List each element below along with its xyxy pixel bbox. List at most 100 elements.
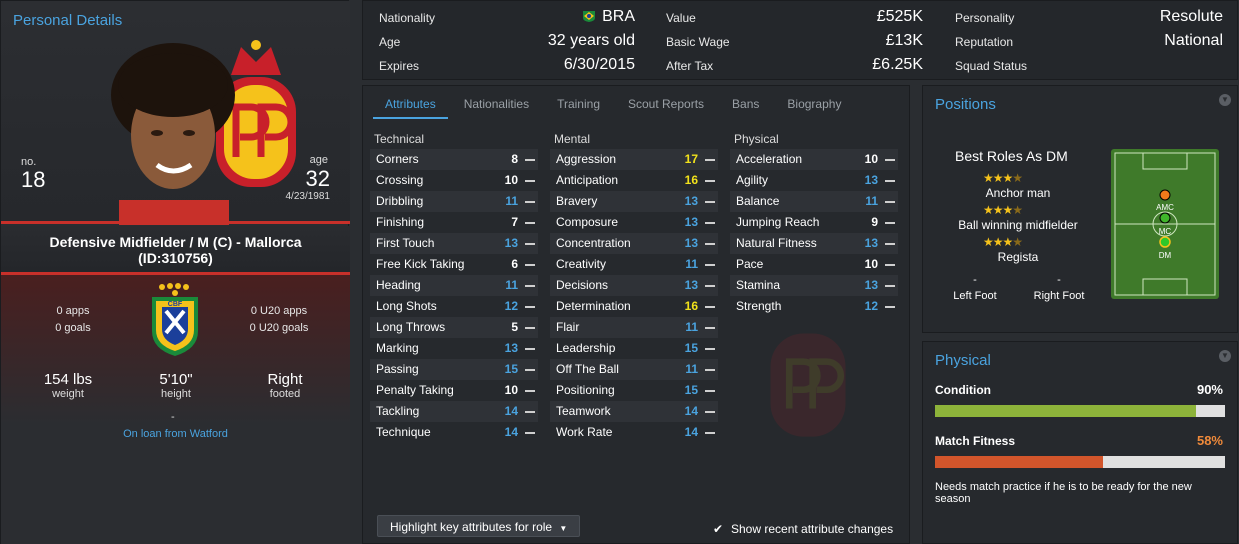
attribute-value: 10 — [864, 257, 878, 271]
weight-label: weight — [52, 388, 84, 400]
age-value: 32 — [305, 166, 330, 191]
attribute-trend-icon — [705, 327, 715, 329]
attribute-row[interactable]: Long Shots 12 — [370, 296, 538, 317]
condition-bar — [935, 405, 1225, 417]
recent-changes-checkbox[interactable]: ✔ Show recent attribute changes — [713, 522, 893, 536]
attribute-row[interactable]: Composure 13 — [550, 212, 718, 233]
attribute-row[interactable]: Leadership 15 — [550, 338, 718, 359]
attribute-value: 14 — [684, 425, 698, 439]
contract-info-bar: Nationality BRA Age 32 years old Expires… — [362, 0, 1238, 80]
attribute-name: Aggression — [556, 152, 617, 166]
attribute-row[interactable]: Strength 12 — [730, 296, 898, 317]
tab-attributes[interactable]: Attributes — [373, 94, 448, 119]
attribute-row[interactable]: Agility 13 — [730, 170, 898, 191]
star-rating-icon: ★★★★ — [983, 235, 1023, 249]
attribute-row[interactable]: Finishing 7 — [370, 212, 538, 233]
attribute-value: 11 — [685, 362, 698, 376]
attribute-row[interactable]: Free Kick Taking 6 — [370, 254, 538, 275]
attribute-row[interactable]: Acceleration 10 — [730, 149, 898, 170]
attribute-value: 11 — [685, 320, 698, 334]
attribute-row[interactable]: Crossing 10 — [370, 170, 538, 191]
age-years: 32 years old — [547, 32, 635, 49]
attribute-name: Acceleration — [736, 152, 803, 166]
tab-scout-reports[interactable]: Scout Reports — [616, 94, 716, 119]
attribute-trend-icon — [885, 159, 895, 161]
attribute-name: Leadership — [556, 341, 616, 355]
tab-biography[interactable]: Biography — [775, 94, 853, 119]
reputation-value: National — [1164, 32, 1223, 49]
attribute-row[interactable]: Aggression 17 — [550, 149, 718, 170]
attribute-row[interactable]: Dribbling 11 — [370, 191, 538, 212]
attribute-row[interactable]: Bravery 13 — [550, 191, 718, 212]
attribute-row[interactable]: Natural Fitness 13 — [730, 233, 898, 254]
attribute-row[interactable]: Corners 8 — [370, 149, 538, 170]
attribute-name: Free Kick Taking — [376, 257, 465, 271]
attribute-row[interactable]: Marking 13 — [370, 338, 538, 359]
attribute-row[interactable]: Work Rate 14 — [550, 422, 718, 443]
attribute-row[interactable]: Jumping Reach 9 — [730, 212, 898, 233]
attribute-trend-icon — [705, 264, 715, 266]
attribute-trend-icon — [525, 243, 535, 245]
attribute-row[interactable]: Determination 16 — [550, 296, 718, 317]
attribute-value: 13 — [684, 215, 698, 229]
attribute-row[interactable]: Tackling 14 — [370, 401, 538, 422]
attribute-row[interactable]: Balance 11 — [730, 191, 898, 212]
attribute-trend-icon — [705, 159, 715, 161]
aftertax-label: After Tax — [666, 59, 714, 73]
collapse-icon[interactable]: ▼ — [1219, 94, 1231, 106]
attribute-name: Stamina — [736, 278, 781, 292]
attribute-row[interactable]: Stamina 13 — [730, 275, 898, 296]
u20-goals: 0 U20 goals — [249, 322, 309, 334]
attribute-row[interactable]: Penalty Taking 10 — [370, 380, 538, 401]
player-id: (ID:310756) — [138, 250, 213, 266]
attribute-name: Decisions — [556, 278, 609, 292]
attribute-row[interactable]: Technique 14 — [370, 422, 538, 443]
attribute-row[interactable]: Positioning 15 — [550, 380, 718, 401]
squad-number: 18 — [21, 167, 46, 192]
tab-training[interactable]: Training — [545, 94, 612, 119]
collapse-icon[interactable]: ▼ — [1219, 350, 1231, 362]
attribute-row[interactable]: Creativity 11 — [550, 254, 718, 275]
attribute-row[interactable]: Concentration 13 — [550, 233, 718, 254]
attribute-value: 11 — [505, 194, 518, 208]
loan-link[interactable]: On loan from Watford — [1, 428, 350, 440]
attribute-value: 10 — [504, 173, 518, 187]
tab-nationalities[interactable]: Nationalities — [452, 94, 541, 119]
attribute-name: Flair — [556, 320, 580, 334]
attribute-row[interactable]: Teamwork 14 — [550, 401, 718, 422]
attribute-row[interactable]: Passing 15 — [370, 359, 538, 380]
tab-bans[interactable]: Bans — [720, 94, 771, 119]
nationality-value: BRA — [513, 8, 635, 26]
attribute-value: 13 — [864, 236, 878, 250]
pitch-label-dm: DM — [1159, 251, 1172, 260]
attribute-trend-icon — [705, 285, 715, 287]
dropdown-arrow-icon: ▼ — [559, 524, 568, 533]
highlight-button-label: Highlight key attributes for role — [390, 520, 553, 534]
attribute-row[interactable]: Flair 11 — [550, 317, 718, 338]
attribute-trend-icon — [705, 222, 715, 224]
height-label: height — [161, 388, 191, 400]
pitch-marker-amc — [1159, 189, 1171, 201]
attribute-value: 7 — [511, 215, 518, 229]
attribute-trend-icon — [885, 180, 895, 182]
attribute-value: 11 — [685, 257, 698, 271]
age-label: Age — [379, 35, 401, 49]
brazil-flag-icon — [583, 11, 596, 22]
attribute-name: First Touch — [376, 236, 435, 250]
attribute-row[interactable]: Heading 11 — [370, 275, 538, 296]
positions-panel: Positions ▼ Best Roles As DM ★★★★ Anchor… — [922, 85, 1238, 333]
attribute-name: Long Throws — [376, 320, 446, 334]
attribute-row[interactable]: First Touch 13 — [370, 233, 538, 254]
attribute-name: Corners — [376, 152, 419, 166]
pitch-label-amc: AMC — [1156, 203, 1174, 212]
highlight-attributes-button[interactable]: Highlight key attributes for role ▼ — [377, 515, 581, 537]
attribute-row[interactable]: Long Throws 5 — [370, 317, 538, 338]
attribute-value: 14 — [504, 404, 518, 418]
attribute-trend-icon — [885, 264, 895, 266]
attribute-row[interactable]: Decisions 13 — [550, 275, 718, 296]
attribute-row[interactable]: Anticipation 16 — [550, 170, 718, 191]
positions-title: Positions — [935, 96, 996, 113]
attribute-row[interactable]: Off The Ball 11 — [550, 359, 718, 380]
attribute-row[interactable]: Pace 10 — [730, 254, 898, 275]
attribute-trend-icon — [525, 369, 535, 371]
